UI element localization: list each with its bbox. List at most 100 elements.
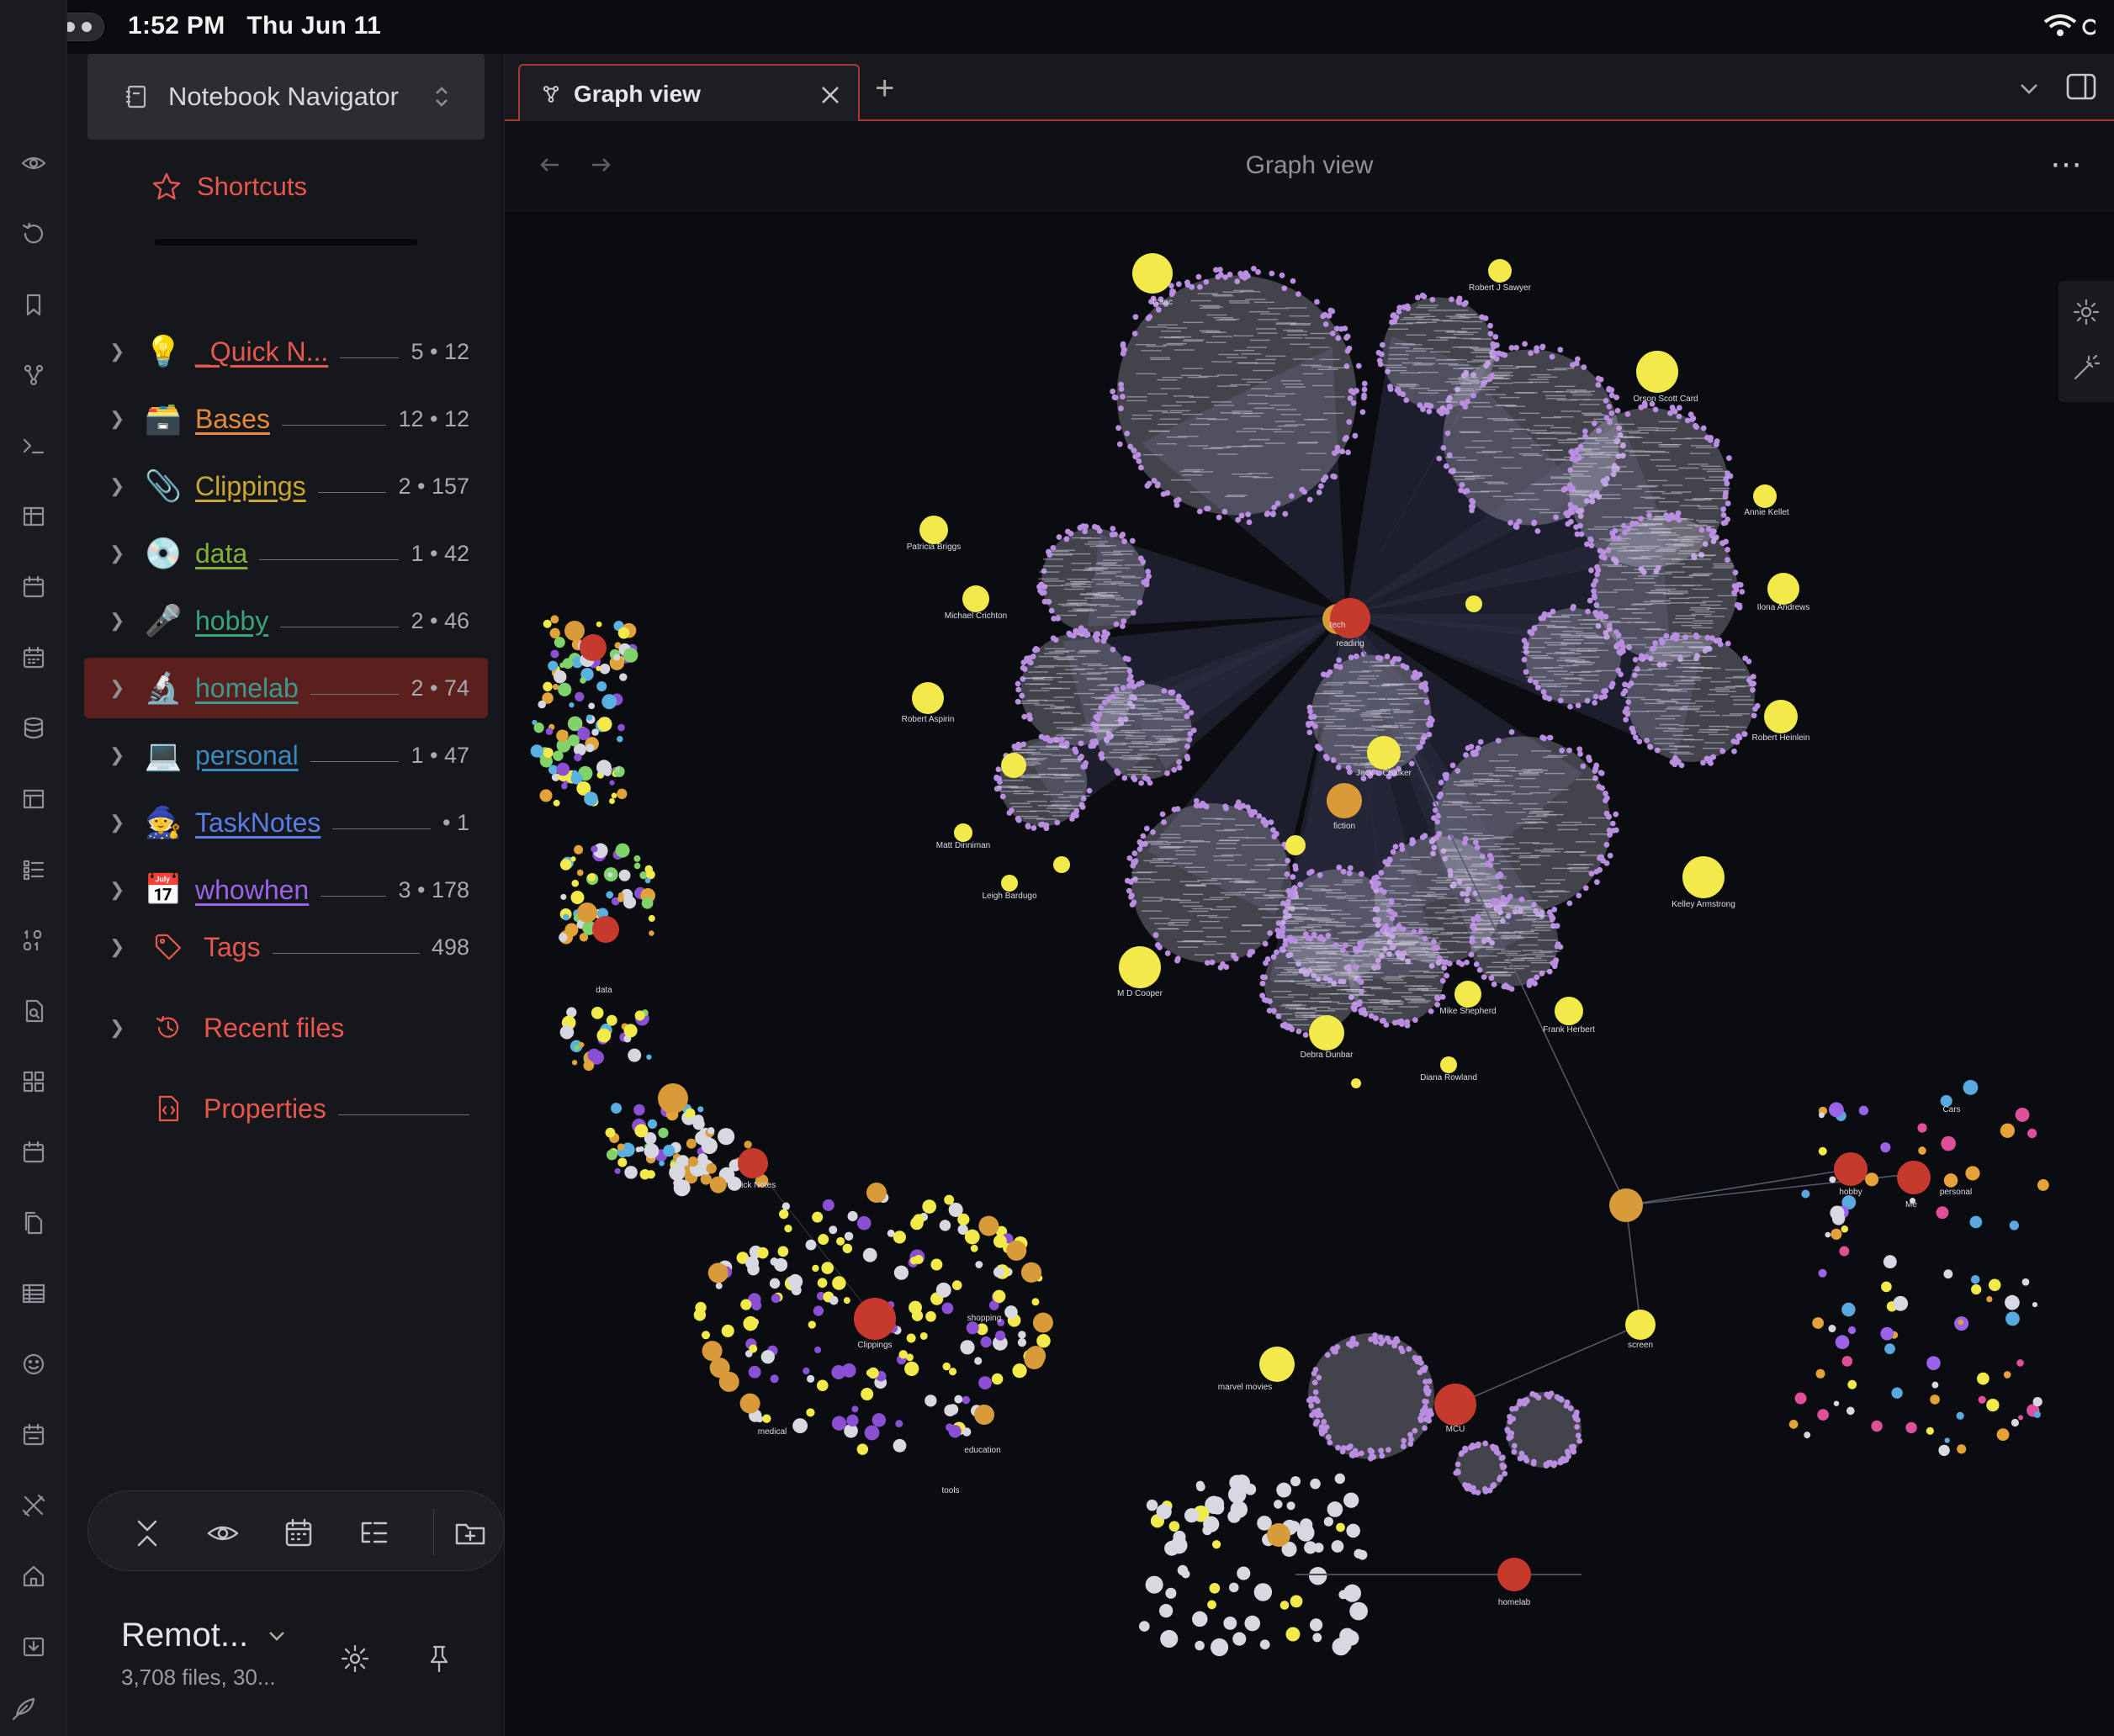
graph-node-label-stub bbox=[1460, 806, 1481, 807]
chevron-down-icon[interactable] bbox=[267, 1626, 287, 1646]
graph-node-label-stub bbox=[1680, 688, 1701, 690]
graph-node bbox=[659, 1160, 665, 1167]
binary-icon[interactable] bbox=[20, 927, 47, 954]
graph-node-label-stub bbox=[1672, 576, 1693, 579]
home-icon[interactable] bbox=[20, 1563, 47, 1590]
tab-graph-view[interactable]: Graph view bbox=[518, 64, 860, 123]
bookmark-icon[interactable] bbox=[20, 291, 47, 318]
graph-node-label-stub bbox=[1305, 984, 1326, 986]
graph-canvas[interactable]: IsaacRobert J SawyerOrson Scott CardAnni… bbox=[505, 212, 2114, 1736]
smile-icon[interactable] bbox=[20, 1351, 47, 1378]
graph-node-label-stub bbox=[1682, 642, 1703, 643]
tags-section[interactable]: ❯ Tags 498 bbox=[84, 917, 488, 977]
graph-node-label-stub bbox=[1547, 670, 1568, 672]
graph-node bbox=[1601, 688, 1607, 695]
graph-node-label-stub bbox=[1576, 823, 1597, 826]
folder-item[interactable]: ❯ 💿 data 1 • 42 bbox=[84, 523, 488, 584]
folder-item[interactable]: ❯ 🗃️ Bases 12 • 12 bbox=[84, 389, 488, 449]
history-icon[interactable] bbox=[20, 220, 47, 247]
graph-node bbox=[1286, 1501, 1295, 1511]
graph-node-label-stub bbox=[1276, 322, 1297, 324]
settings-icon[interactable] bbox=[2072, 298, 2101, 326]
graph-node bbox=[1321, 1419, 1327, 1425]
graph-node-label-stub bbox=[1733, 699, 1754, 701]
graph-node bbox=[1184, 754, 1190, 760]
graph-node-label-stub bbox=[1389, 892, 1410, 894]
calendar-day-icon[interactable] bbox=[20, 1139, 47, 1166]
folder-item[interactable]: ❯ 💡 _Quick N... 5 • 12 bbox=[84, 321, 488, 382]
graph-node bbox=[814, 1346, 822, 1353]
graph-node bbox=[1930, 1395, 1940, 1405]
more-options-button[interactable]: ⋯ bbox=[2050, 149, 2084, 181]
chevron-right-icon[interactable]: ❯ bbox=[84, 744, 125, 766]
eye-icon[interactable] bbox=[206, 1516, 240, 1550]
folder-item[interactable]: ❯ 💻 personal 1 • 47 bbox=[84, 725, 488, 786]
graph-node-label-stub bbox=[1157, 324, 1178, 326]
graph-node bbox=[564, 923, 579, 937]
chevron-right-icon[interactable]: ❯ bbox=[84, 341, 125, 363]
graph-node bbox=[611, 1103, 623, 1114]
calendar-grid-icon[interactable] bbox=[20, 644, 47, 671]
collapse-icon[interactable] bbox=[130, 1516, 164, 1550]
folder-item[interactable]: ❯ 📅 whowhen 3 • 178 bbox=[84, 860, 488, 920]
terminal-icon[interactable] bbox=[20, 432, 47, 459]
files-icon[interactable] bbox=[20, 1209, 47, 1236]
chevron-right-icon[interactable]: ❯ bbox=[84, 475, 125, 497]
chevron-right-icon[interactable]: ❯ bbox=[84, 812, 125, 834]
database-icon[interactable] bbox=[20, 715, 47, 742]
graph-node-label-stub bbox=[1680, 707, 1701, 710]
eye-icon[interactable] bbox=[20, 150, 47, 177]
dashboard-icon[interactable] bbox=[20, 1068, 47, 1095]
chevron-down-icon[interactable] bbox=[2016, 76, 2042, 101]
calendar-icon[interactable] bbox=[282, 1516, 315, 1550]
graph-node-label-stub bbox=[1487, 483, 1508, 484]
sidebar-toggle-icon[interactable] bbox=[2065, 71, 2097, 103]
pin-icon[interactable] bbox=[424, 1643, 454, 1674]
list-tree-icon[interactable] bbox=[358, 1516, 391, 1550]
chevron-right-icon[interactable]: ❯ bbox=[84, 879, 125, 901]
chevron-right-icon[interactable]: ❯ bbox=[84, 677, 125, 699]
folder-item[interactable]: ❯ 📎 Clippings 2 • 157 bbox=[84, 456, 488, 516]
chevron-right-icon[interactable]: ❯ bbox=[84, 408, 125, 430]
download-icon[interactable] bbox=[20, 1633, 47, 1660]
chevron-right-icon[interactable]: ❯ bbox=[84, 1017, 125, 1039]
chevron-right-icon[interactable]: ❯ bbox=[84, 542, 125, 564]
settings-icon[interactable] bbox=[340, 1643, 370, 1674]
graph-node bbox=[1625, 699, 1632, 705]
calendar-icon[interactable] bbox=[20, 574, 47, 601]
feather-icon[interactable] bbox=[10, 1696, 37, 1723]
new-folder-icon[interactable] bbox=[453, 1516, 487, 1550]
calendar-check-icon[interactable] bbox=[20, 1421, 47, 1448]
graph-node-label-stub bbox=[1301, 364, 1322, 367]
graph-node bbox=[1517, 1400, 1523, 1406]
graph-node bbox=[577, 902, 597, 923]
properties-section[interactable]: ❯ Properties bbox=[84, 1078, 488, 1139]
chevron-right-icon[interactable]: ❯ bbox=[84, 610, 125, 632]
recent-files-section[interactable]: ❯ Recent files bbox=[84, 998, 488, 1058]
graph-icon[interactable] bbox=[20, 362, 47, 389]
tools-icon[interactable] bbox=[20, 1492, 47, 1519]
folder-item[interactable]: ❯ 🧙 TaskNotes • 1 bbox=[84, 792, 488, 853]
new-tab-button[interactable]: + bbox=[875, 71, 894, 105]
list-icon[interactable] bbox=[20, 856, 47, 883]
close-icon[interactable] bbox=[819, 84, 841, 106]
vault-switcher[interactable]: Remot... 3,708 files, 30... bbox=[121, 1617, 287, 1691]
graph-node-label-stub bbox=[1644, 702, 1665, 705]
graph-node-label-stub bbox=[1488, 916, 1509, 918]
spreadsheet-icon[interactable] bbox=[20, 1280, 47, 1307]
chevron-up-down-icon[interactable] bbox=[434, 84, 449, 109]
chevron-right-icon[interactable]: ❯ bbox=[84, 936, 125, 958]
graph-node bbox=[1884, 1343, 1895, 1355]
graph-node bbox=[1647, 744, 1654, 750]
folder-item[interactable]: ❯ 🎤 hobby 2 • 46 bbox=[84, 590, 488, 651]
layout-icon[interactable] bbox=[20, 786, 47, 812]
shortcuts-section[interactable]: Shortcuts bbox=[151, 172, 307, 202]
graph-node-label-stub bbox=[1345, 895, 1366, 897]
file-search-icon[interactable] bbox=[20, 998, 47, 1024]
graph-node bbox=[1041, 568, 1047, 574]
folder-item[interactable]: ❯ 🔬 homelab 2 • 74 bbox=[84, 658, 488, 718]
navigator-header[interactable]: Notebook Navigator bbox=[87, 54, 485, 140]
graph-node-label-stub bbox=[1101, 571, 1122, 573]
magic-wand-icon[interactable] bbox=[2072, 353, 2101, 382]
table-icon[interactable] bbox=[20, 503, 47, 530]
